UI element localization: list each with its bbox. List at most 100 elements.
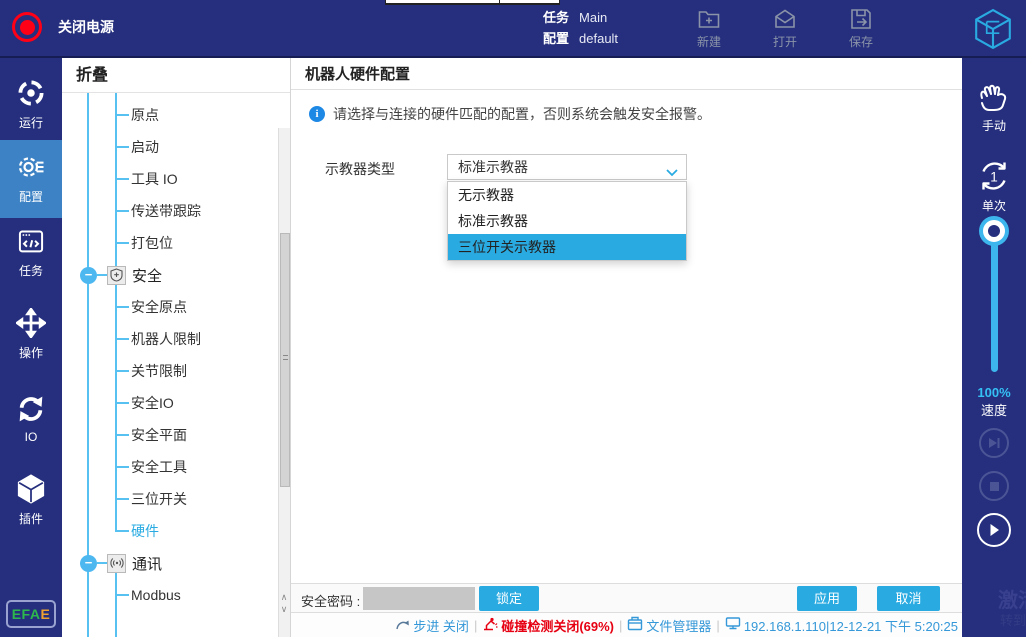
tree-item-传送带跟踪[interactable]: 传送带跟踪	[62, 195, 278, 227]
stop-icon	[989, 481, 1000, 492]
sidebar-item-io[interactable]: IO	[0, 394, 62, 444]
pendant-type-dropdown-list: 无示教器标准示教器三位开关示教器	[447, 181, 687, 261]
cancel-button[interactable]: 取消	[877, 586, 940, 611]
status-step[interactable]: 步进 关闭	[395, 616, 469, 635]
collapse-toggle-icon[interactable]: −	[80, 267, 97, 284]
tree-item-工具-IO[interactable]: 工具 IO	[62, 163, 278, 195]
apply-button[interactable]: 应用	[797, 586, 857, 611]
open-button[interactable]: 打开	[771, 7, 799, 50]
sidebar-item-task[interactable]: 任务	[0, 228, 62, 279]
play-button[interactable]	[977, 513, 1011, 547]
tree-connector	[115, 498, 129, 500]
power-off-button[interactable]	[12, 12, 42, 42]
tree-item-安全[interactable]: −安全	[62, 259, 278, 291]
play-icon	[987, 523, 1001, 537]
target-icon	[0, 78, 62, 111]
safety-password-input[interactable]	[363, 587, 475, 610]
pendant-type-value: 标准示教器	[458, 157, 528, 177]
main-content: 机器人硬件配置 i 请选择与连接的硬件匹配的配置，否则系统会触发安全报警。 示教…	[291, 58, 962, 612]
tree-collapse-header[interactable]: 折叠	[62, 58, 290, 93]
collapse-toggle-icon[interactable]: −	[80, 555, 97, 572]
sidebar-item-run[interactable]: 运行	[0, 78, 62, 131]
dropdown-option-三位开关示教器[interactable]: 三位开关示教器	[448, 234, 686, 260]
efae-logo[interactable]: EFAE	[6, 600, 56, 628]
cube-icon	[0, 474, 62, 507]
info-text: 请选择与连接的硬件匹配的配置，否则系统会触发安全报警。	[333, 104, 711, 124]
brand-cube-icon	[972, 8, 1014, 55]
status-collision[interactable]: 碰撞检测关闭(69%)	[482, 616, 614, 635]
task-label: 任务	[543, 7, 569, 28]
pendant-type-select[interactable]: 标准示教器	[447, 154, 687, 180]
top-bar: 关闭电源 任务Main 配置default 新建打开保存	[0, 0, 1026, 58]
cycle-icon	[0, 394, 62, 427]
tree-connector	[115, 146, 129, 148]
tree-item-安全工具[interactable]: 安全工具	[62, 451, 278, 483]
tree-connector	[115, 114, 129, 116]
status-network[interactable]: 192.168.1.110|12-12-21 下午 5:20:25	[725, 616, 958, 635]
tree-connector	[115, 434, 129, 436]
tree-scroll-buttons[interactable]: ∧∨	[278, 591, 290, 617]
tree-body: 原点启动工具 IO传送带跟踪打包位−安全安全原点机器人限制关节限制安全IO安全平…	[62, 93, 290, 637]
page-title: 机器人硬件配置	[305, 63, 410, 84]
single-cycle-icon: 1	[976, 183, 1012, 197]
dropdown-option-标准示教器[interactable]: 标准示教器	[448, 208, 686, 234]
status-file-manager[interactable]: 文件管理器	[627, 616, 711, 635]
app-window: 关闭电源 任务Main 配置default 新建打开保存 EFAE 运行配置任务…	[0, 0, 1026, 637]
lock-button[interactable]: 锁定	[479, 586, 539, 611]
tree-connector	[115, 210, 129, 212]
tree-item-打包位[interactable]: 打包位	[62, 227, 278, 259]
watermark-goto: 转到	[1000, 610, 1026, 629]
sidebar-item-config[interactable]: 配置	[0, 140, 62, 218]
tree-item-安全IO[interactable]: 安全IO	[62, 387, 278, 419]
power-off-label: 关闭电源	[58, 17, 114, 37]
tree-connector	[115, 594, 129, 596]
single-run-button[interactable]: 1 单次	[962, 158, 1026, 214]
tree-item-通讯[interactable]: −通讯	[62, 547, 278, 579]
tree-item-安全平面[interactable]: 安全平面	[62, 419, 278, 451]
tree-item-原点[interactable]: 原点	[62, 99, 278, 131]
tree-item-三位开关[interactable]: 三位开关	[62, 483, 278, 515]
watermark-activate: 激活	[998, 584, 1026, 613]
main-footer: 安全密码 : 锁定 应用 取消	[291, 583, 962, 612]
tree-connector	[97, 274, 107, 276]
gear-list-icon	[0, 152, 62, 185]
info-row: i 请选择与连接的硬件匹配的配置，否则系统会触发安全报警。	[309, 104, 711, 124]
status-separator: |	[619, 618, 622, 633]
dropdown-option-无示教器[interactable]: 无示教器	[448, 182, 686, 208]
tree-scrollbar[interactable]	[278, 128, 290, 637]
tree-connector	[115, 242, 129, 244]
collision-icon	[482, 616, 498, 634]
safety-password-label: 安全密码 :	[301, 591, 360, 610]
new-button[interactable]: 新建	[695, 7, 723, 50]
speed-slider-handle[interactable]	[983, 220, 1005, 242]
status-separator: |	[474, 618, 477, 633]
tree-item-硬件[interactable]: 硬件	[62, 515, 278, 547]
manual-mode-button[interactable]: 手动	[962, 82, 1026, 134]
step-arrow-icon	[395, 617, 410, 634]
tree-item-启动[interactable]: 启动	[62, 131, 278, 163]
tree-connector	[115, 402, 129, 404]
task-config-block: 任务Main 配置default	[543, 7, 618, 49]
code-icon	[0, 228, 62, 259]
top-edge-artifact	[385, 0, 560, 5]
tree-connector	[115, 178, 129, 180]
save-button[interactable]: 保存	[847, 7, 875, 50]
tree-connector	[115, 338, 129, 340]
speed-slider-track[interactable]	[991, 234, 998, 372]
stop-button	[979, 471, 1009, 501]
tree-scrollbar-thumb[interactable]	[280, 233, 290, 487]
task-value: Main	[579, 7, 607, 28]
sidebar-item-label: IO	[0, 430, 62, 444]
single-run-label: 单次	[962, 197, 1026, 214]
tree-item-关节限制[interactable]: 关节限制	[62, 355, 278, 387]
sidebar-item-operate[interactable]: 操作	[0, 308, 62, 361]
new-label: 新建	[697, 33, 721, 50]
network-icon	[725, 616, 741, 634]
tree-item-安全原点[interactable]: 安全原点	[62, 291, 278, 323]
left-sidebar: EFAE 运行配置任务操作 IO 插件	[0, 58, 62, 637]
sidebar-item-plugin[interactable]: 插件	[0, 474, 62, 527]
step-forward-button	[979, 428, 1009, 458]
tree-item-机器人限制[interactable]: 机器人限制	[62, 323, 278, 355]
tree-item-Modbus[interactable]: Modbus	[62, 579, 278, 611]
tree-connector	[115, 530, 129, 532]
